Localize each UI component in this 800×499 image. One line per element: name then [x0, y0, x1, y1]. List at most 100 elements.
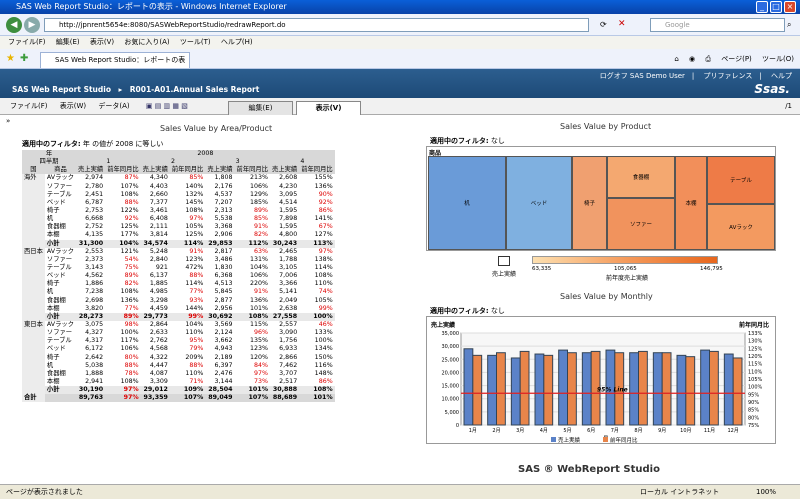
table-cell: 小計 — [44, 239, 76, 248]
table-row: 机 6,668 92% 6,408 97% 5,538 85% 7,898 141% — [22, 215, 335, 224]
tab-bar: ★ ✚ SAS Web Report Studio：レポートの表示 ⌂ ◉ ⎙ … — [0, 49, 800, 79]
back-icon[interactable]: ◀ — [6, 17, 22, 33]
url-input[interactable]: http://jpnrent5654e:8080/SASWebReportStu… — [44, 18, 589, 32]
report-menu-view[interactable]: 表示(W) — [60, 98, 86, 115]
table-cell — [22, 206, 45, 216]
treemap-cell[interactable]: 椅子 — [572, 156, 607, 250]
table-cell: 2,313 — [214, 207, 233, 215]
stop-icon[interactable]: ✕ — [618, 19, 626, 29]
x-tick-label: 8月 — [634, 428, 642, 434]
y-tick-label: 10,000 — [442, 397, 460, 403]
table-cell: 108% — [185, 207, 204, 215]
table-cell: 3,662 — [214, 337, 233, 345]
table-cell: 89,049 — [205, 394, 235, 403]
x-tick-label: 7月 — [611, 428, 619, 434]
collapse-icon[interactable]: » — [6, 117, 10, 125]
treemap-cell[interactable]: ソファー — [607, 198, 675, 250]
search-icon[interactable]: ⌕ — [787, 20, 791, 30]
tab-edit[interactable]: 編集(E) — [228, 101, 293, 115]
maximize-button[interactable]: □ — [770, 1, 782, 13]
bar — [732, 357, 743, 426]
menu-file[interactable]: ファイル(F) — [8, 36, 46, 49]
table-cell: 101% — [299, 394, 335, 403]
y-tick-label: 25,000 — [442, 357, 460, 363]
zoom-level[interactable]: 100% — [756, 485, 776, 499]
tab-view[interactable]: 表示(V) — [296, 101, 361, 115]
table-cell: 87% — [124, 174, 139, 182]
menu-view[interactable]: 表示(V) — [90, 36, 114, 49]
tools-menu[interactable]: ツール(O) — [762, 55, 794, 63]
table-cell: 4,447 — [149, 361, 168, 369]
feeds-icon[interactable]: ◉ — [689, 55, 695, 63]
treemap-cell[interactable]: ベッド — [506, 156, 572, 250]
home-icon[interactable]: ⌂ — [674, 55, 678, 63]
add-favorite-icon[interactable]: ✚ — [20, 53, 28, 64]
table-cell: 6,787 — [85, 198, 104, 206]
x-tick-label: 1月 — [469, 428, 477, 434]
forward-icon[interactable]: ▶ — [24, 17, 40, 33]
table-cell: 209% — [185, 353, 204, 361]
table-cell: 107% — [234, 394, 271, 403]
table-row: テーブル 4,317 117% 2,762 95% 3,662 135% 1,756 100% — [22, 337, 335, 346]
table-cell: 2,642 — [85, 353, 104, 361]
menu-tools[interactable]: ツール(T) — [180, 36, 211, 49]
table-cell: 2,124 — [214, 329, 233, 337]
bar — [638, 350, 648, 426]
table-cell: 107% — [120, 182, 139, 190]
treemap-cell[interactable]: テーブル — [707, 156, 775, 204]
table-cell: 141% — [314, 215, 333, 223]
bar — [510, 357, 521, 426]
table-cell: 89% — [124, 272, 139, 280]
search-input[interactable]: Google — [650, 18, 785, 32]
treemap-cell[interactable]: 本棚 — [675, 156, 707, 250]
table-cell: 2,956 — [214, 304, 233, 312]
table-cell: ベッド — [46, 198, 66, 206]
menu-help[interactable]: ヘルプ(H) — [221, 36, 253, 49]
table-cell — [22, 190, 45, 199]
y2-tick-label: 95% — [748, 392, 759, 398]
report-menu-data[interactable]: データ(A) — [98, 98, 129, 115]
table-cell — [22, 345, 45, 354]
minimize-button[interactable]: _ — [756, 1, 768, 13]
treemap-cell[interactable]: 食器棚 — [607, 156, 675, 198]
table-cell: 177% — [120, 231, 139, 239]
preferences-link[interactable]: プリファレンス — [704, 72, 753, 80]
table-cell: 105% — [314, 296, 333, 304]
left-filter-label: 適用中のフィルタ: — [22, 140, 81, 148]
table-row: 本棚 2,941 108% 3,309 71% 3,144 73% 2,517 86% — [22, 377, 335, 387]
close-button[interactable]: × — [784, 1, 796, 13]
address-bar-row: ◀ ▶ http://jpnrent5654e:8080/SASWebRepor… — [0, 14, 800, 36]
table-cell: 29,853 — [205, 239, 235, 248]
browser-tab[interactable]: SAS Web Report Studio：レポートの表示 — [40, 52, 190, 79]
table-cell: 2,557 — [279, 321, 298, 329]
table-cell: 4,087 — [149, 369, 168, 377]
legend-mid: 105,065 — [614, 266, 637, 272]
refresh-icon[interactable]: ⟳ — [600, 20, 607, 29]
page-menu[interactable]: ページ(P) — [721, 55, 752, 63]
menu-edit[interactable]: 編集(E) — [56, 36, 80, 49]
print-icon[interactable]: ⎙ — [705, 55, 711, 63]
logoff-link[interactable]: ログオフ SAS Demo User — [600, 72, 685, 80]
bar — [472, 354, 483, 426]
table-cell: 86% — [318, 378, 333, 385]
table-cell: 91% — [254, 288, 269, 296]
table-cell: AVラック — [46, 247, 74, 255]
report-menu-file[interactable]: ファイル(F) — [10, 98, 48, 115]
table-cell: 2,633 — [149, 329, 168, 337]
toolbar-icons[interactable]: ▣ ▤ ▥ ▦ ▧ — [146, 98, 188, 115]
monthly-filter: 適用中のフィルタ: なし — [430, 306, 505, 316]
table-row: テーブル 3,143 75% 921 472% 1,830 104% 3,105 114% — [22, 263, 335, 273]
table-cell: 3,569 — [214, 321, 233, 329]
y-tick-label: 20,000 — [442, 370, 460, 376]
bar — [558, 349, 569, 426]
menu-favorites[interactable]: お気に入り(A) — [124, 36, 169, 49]
table-cell: 1,885 — [149, 280, 168, 288]
favorites-star-icon[interactable]: ★ — [6, 53, 15, 64]
table-cell: 4,514 — [279, 198, 298, 206]
table-row: ソファー 4,327 100% 2,633 110% 2,124 96% 3,090 133% — [22, 329, 335, 338]
help-link[interactable]: ヘルプ — [771, 72, 792, 80]
treemap-cell[interactable]: 机 — [428, 156, 506, 250]
header-links: ログオフ SAS Demo User | プリファレンス | ヘルプ — [599, 72, 792, 80]
treemap-cell[interactable]: AVラック — [707, 204, 775, 250]
y-tick-label: 0 — [456, 423, 459, 429]
